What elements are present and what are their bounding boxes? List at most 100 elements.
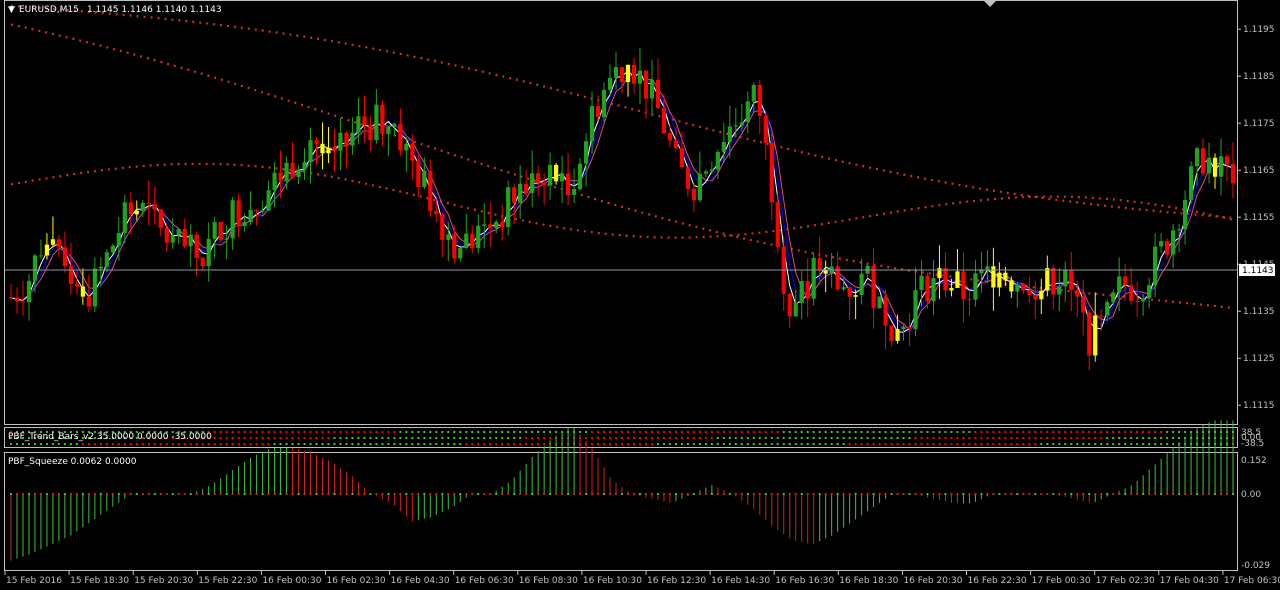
trend-dot: [249, 431, 252, 433]
candle-body: [524, 183, 529, 194]
shift-marker-icon[interactable]: [984, 1, 996, 7]
trend-dot: [351, 437, 354, 439]
candle-body: [895, 329, 900, 341]
trend-dot: [680, 443, 683, 445]
time-tick-label: 17 Feb 06:30: [1224, 576, 1280, 586]
trend-dot: [980, 443, 983, 445]
trend-dot: [842, 443, 845, 445]
squeeze-zero-dot: [686, 493, 689, 495]
trend-dot: [722, 443, 725, 445]
trend-dot: [1040, 431, 1043, 433]
trend-dot: [315, 443, 318, 445]
trend-dot: [1124, 443, 1127, 445]
candle-body: [691, 188, 696, 201]
squeeze-zero-dot: [387, 493, 390, 495]
candle-body: [577, 163, 583, 190]
current-price-label: 1.1143: [1242, 266, 1274, 276]
trend-dot: [333, 443, 336, 445]
trend-dot: [351, 431, 354, 433]
menu-arrow-icon[interactable]: ▼: [8, 5, 15, 15]
squeeze-zero-dot: [357, 493, 360, 495]
trend-dot: [692, 431, 695, 433]
candle-body: [727, 126, 732, 143]
trend-dot: [758, 431, 761, 433]
trend-dot: [507, 443, 510, 445]
trend-dot: [860, 431, 863, 433]
trend-dot: [944, 443, 947, 445]
trend-dot: [950, 431, 953, 433]
squeeze-zero-dot: [920, 493, 923, 495]
trend-dot: [1064, 431, 1067, 433]
trend-dot: [243, 437, 246, 439]
squeeze-zero-dot: [692, 493, 695, 495]
trend-dot: [746, 431, 749, 433]
trend-dot: [417, 437, 420, 439]
trend-dot: [435, 443, 438, 445]
squeeze-zero-dot: [621, 493, 623, 495]
trend-dot: [1052, 437, 1055, 439]
trend-dot: [830, 443, 833, 445]
squeeze-zero-dot: [201, 493, 204, 495]
squeeze-zero-dot: [321, 493, 324, 495]
candle-body: [1075, 289, 1080, 297]
candle-body: [50, 239, 56, 245]
trend-dot: [758, 443, 761, 445]
trend-dot: [1058, 437, 1061, 439]
trend-dot: [375, 437, 378, 439]
trend-dot: [902, 431, 905, 433]
candle-body: [643, 70, 649, 99]
trend-dot: [339, 437, 342, 439]
trend-dot: [1130, 437, 1133, 439]
candle-body: [925, 275, 930, 302]
squeeze-zero-dot: [117, 493, 120, 495]
trend-dot: [824, 443, 827, 445]
time-tick-label: 16 Feb 14:30: [711, 576, 770, 586]
trend-dot: [728, 431, 731, 433]
trend-dot: [836, 431, 839, 433]
candle-body: [619, 67, 625, 83]
trend-dot: [1016, 443, 1019, 445]
squeeze-zero-dot: [986, 493, 989, 495]
trend-dot: [333, 431, 336, 433]
trend-dot: [279, 437, 282, 439]
candle-body: [392, 123, 397, 127]
squeeze-zero-dot: [800, 493, 803, 495]
candle-body: [260, 210, 265, 212]
trend-dot: [345, 443, 348, 445]
time-tick-label: 16 Feb 18:30: [839, 576, 898, 586]
candle-body: [20, 301, 26, 303]
trend-dot: [824, 431, 827, 433]
squeeze-zero-dot: [513, 493, 516, 495]
squeeze-zero-dot: [459, 493, 462, 495]
ma-blue-line: [10, 72, 1234, 332]
squeeze-zero-dot: [525, 493, 528, 495]
trend-dot: [273, 443, 276, 445]
trend-dot: [770, 437, 773, 439]
trend-dot: [800, 431, 803, 433]
candle-body: [1135, 300, 1140, 302]
trend-dot: [746, 437, 749, 439]
squeeze-zero-dot: [189, 493, 192, 495]
candle-body: [476, 225, 481, 249]
squeeze-zero-dot: [710, 493, 713, 495]
trend-dot: [914, 437, 917, 439]
trend-dot: [267, 431, 270, 433]
trend-dot: [770, 443, 773, 445]
squeeze-zero-dot: [165, 493, 168, 495]
trend-dot: [686, 437, 689, 439]
squeeze-zero-dot: [1136, 493, 1139, 495]
candle-body: [1015, 284, 1020, 292]
dotted-band-line: [10, 162, 1234, 239]
trend-dot: [531, 437, 534, 439]
trend-dot: [1172, 431, 1175, 433]
squeeze-zero-dot: [878, 493, 881, 495]
candle-body: [703, 171, 708, 174]
trend-dot: [782, 437, 785, 439]
trend-dot: [872, 437, 875, 439]
squeeze-zero-dot: [33, 493, 36, 495]
trend-dot: [740, 431, 743, 433]
trend-dot: [1106, 443, 1109, 445]
candle-body: [560, 173, 565, 182]
trend-dot: [1082, 443, 1085, 445]
trend-dot: [255, 443, 258, 445]
